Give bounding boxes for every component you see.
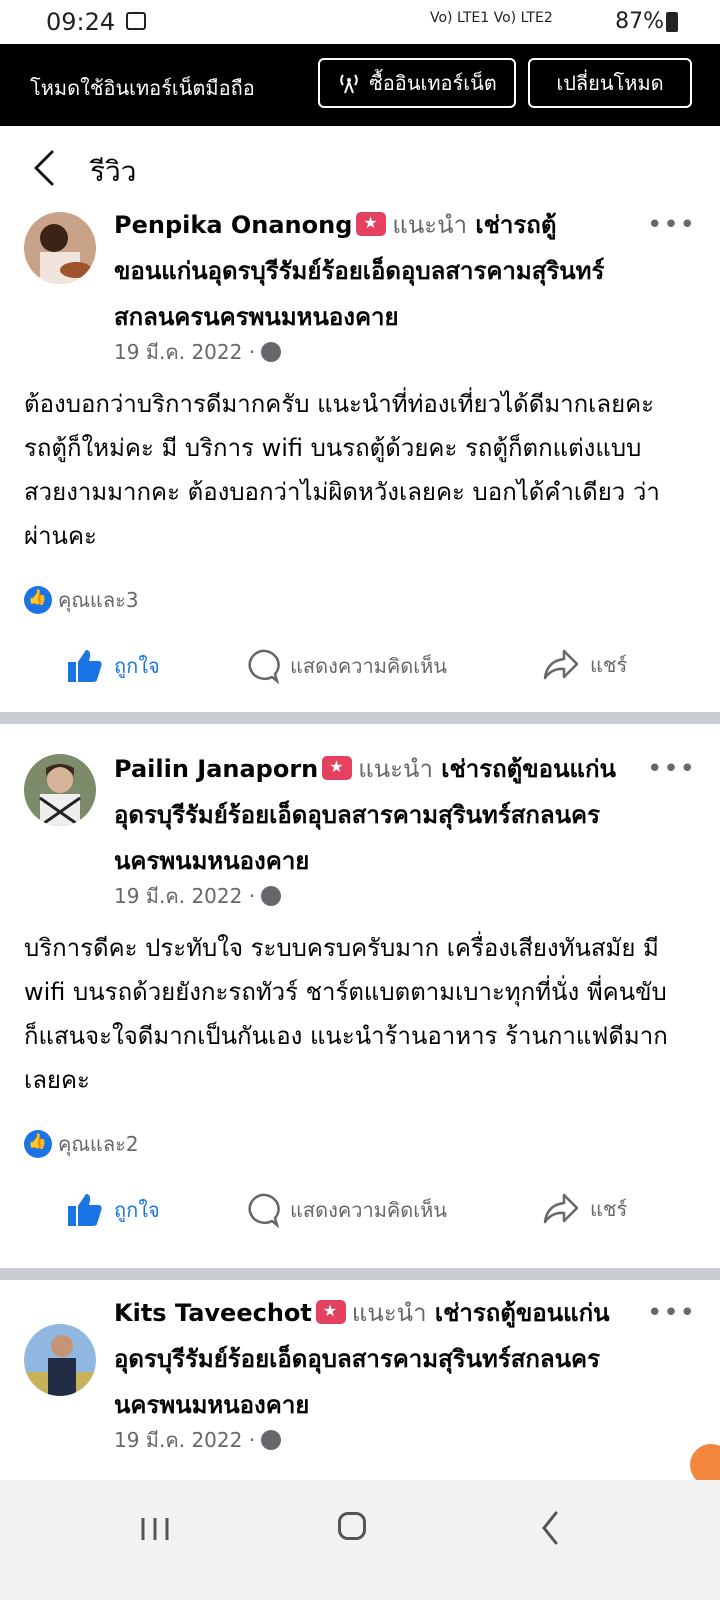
reviewer-name[interactable]: Kits Taveechot: [114, 1299, 312, 1327]
post-divider: [0, 712, 720, 724]
status-time: 09:24: [46, 8, 116, 36]
globe-icon: [261, 886, 282, 906]
more-options-icon[interactable]: •••: [647, 754, 696, 784]
buy-internet-button[interactable]: ซื้ออินเทอร์เน็ต: [318, 58, 516, 108]
share-icon: [543, 1193, 579, 1224]
share-button[interactable]: แชร์: [542, 648, 627, 682]
switch-mode-label: เปลี่ยนโหมด: [556, 71, 664, 95]
post-meta: 19 มี.ค. 2022 ·: [114, 336, 282, 368]
recommend-label: แนะนำ: [392, 211, 468, 239]
back-nav-icon[interactable]: [540, 1510, 560, 1546]
share-label: แชร์: [590, 1197, 628, 1221]
like-reaction-icon: [24, 1130, 52, 1158]
more-options-icon[interactable]: •••: [647, 1298, 696, 1328]
avatar[interactable]: [24, 212, 96, 284]
like-label: ถูกใจ: [114, 1198, 160, 1222]
recommend-label: แนะนำ: [358, 755, 433, 783]
share-label: แชร์: [590, 653, 628, 677]
reviewer-name[interactable]: Pailin Janaporn: [114, 755, 318, 783]
globe-icon: [261, 1430, 282, 1450]
gallery-notification-icon: [126, 12, 146, 30]
comment-label: แสดงความคิดเห็น: [290, 1198, 447, 1222]
review-text: บริการดีคะ ประทับใจ ระบบครบครับมาก เครื่…: [24, 934, 668, 1094]
avatar[interactable]: [24, 754, 96, 826]
data-mode-text: โหมดใช้อินเทอร์เน็ตมือถือ: [30, 76, 255, 100]
post-header: Kits Taveechotแนะนำ เช่ารถตู้ขอนแก่นอุดร…: [114, 1288, 650, 1428]
action-bar: ถูกใจ แสดงความคิดเห็น แชร์: [0, 1178, 720, 1248]
like-label: ถูกใจ: [114, 654, 160, 678]
switch-mode-button[interactable]: เปลี่ยนโหมด: [528, 58, 692, 108]
post-divider: [0, 1268, 720, 1280]
action-bar: ถูกใจ แสดงความคิดเห็น แชร์: [0, 634, 720, 704]
recommend-label: แนะนำ: [351, 1299, 427, 1327]
home-icon[interactable]: [338, 1512, 366, 1540]
recommend-badge-icon: [356, 200, 387, 246]
battery-percent: 87%: [615, 9, 664, 34]
post-meta: 19 มี.ค. 2022 ·: [114, 880, 282, 912]
globe-icon: [261, 342, 282, 362]
status-bar: 09:24 Vo) LTE1 Vo) LTE2 87%: [0, 0, 720, 44]
buy-internet-label: ซื้ออินเทอร์เน็ต: [369, 71, 497, 95]
comment-button[interactable]: แสดงความคิดเห็น: [244, 1192, 447, 1228]
reaction-summary[interactable]: คุณและ2: [24, 1128, 139, 1160]
post-date: 19 มี.ค. 2022 ·: [114, 340, 256, 364]
post-date: 19 มี.ค. 2022 ·: [114, 1428, 256, 1452]
recommend-badge-icon: [322, 744, 353, 790]
like-button[interactable]: ถูกใจ: [66, 1192, 160, 1228]
share-button[interactable]: แชร์: [542, 1192, 627, 1226]
reaction-count: คุณและ3: [58, 588, 139, 612]
back-arrow-icon[interactable]: [28, 148, 64, 188]
more-options-icon[interactable]: •••: [647, 210, 696, 240]
avatar[interactable]: [24, 1324, 96, 1396]
recent-apps-icon[interactable]: [140, 1516, 170, 1542]
review-text: ต้องบอกว่าบริการดีมากครับ แนะนำที่ท่องเท…: [24, 390, 660, 550]
post-header: Penpika Onanongแนะนำ เช่ารถตู้ขอนแก่นอุด…: [114, 200, 650, 340]
comment-icon: [248, 1193, 280, 1228]
review-post: Kits Taveechotแนะนำ เช่ารถตู้ขอนแก่นอุดร…: [0, 1280, 720, 1480]
share-icon: [543, 649, 579, 680]
like-button[interactable]: ถูกใจ: [66, 648, 160, 684]
system-nav-bar: [0, 1480, 720, 1600]
recommend-badge-icon: [315, 1288, 346, 1334]
review-post: Penpika Onanongแนะนำ เช่ารถตู้ขอนแก่นอุด…: [0, 200, 720, 710]
page-header: รีวิว: [0, 126, 720, 210]
review-post: Pailin Janapornแนะนำ เช่ารถตู้ขอนแก่นอุด…: [0, 724, 720, 1254]
reaction-count: คุณและ2: [58, 1132, 139, 1156]
network-labels: Vo) LTE1 Vo) LTE2: [430, 10, 553, 26]
post-date: 19 มี.ค. 2022 ·: [114, 884, 256, 908]
like-reaction-icon: [24, 586, 52, 614]
battery-icon: [666, 12, 678, 32]
comment-icon: [248, 649, 280, 684]
comment-label: แสดงความคิดเห็น: [290, 654, 447, 678]
post-meta: 19 มี.ค. 2022 ·: [114, 1424, 282, 1456]
antenna-icon: [340, 74, 358, 94]
page-title: รีวิว: [90, 155, 137, 188]
post-header: Pailin Janapornแนะนำ เช่ารถตู้ขอนแก่นอุด…: [114, 744, 650, 884]
data-mode-bar: โหมดใช้อินเทอร์เน็ตมือถือ ซื้ออินเทอร์เน…: [0, 44, 720, 126]
comment-button[interactable]: แสดงความคิดเห็น: [244, 648, 447, 684]
thumbs-up-icon: [68, 650, 102, 682]
reaction-summary[interactable]: คุณและ3: [24, 584, 139, 616]
thumbs-up-icon: [68, 1194, 102, 1226]
reviewer-name[interactable]: Penpika Onanong: [114, 211, 352, 239]
